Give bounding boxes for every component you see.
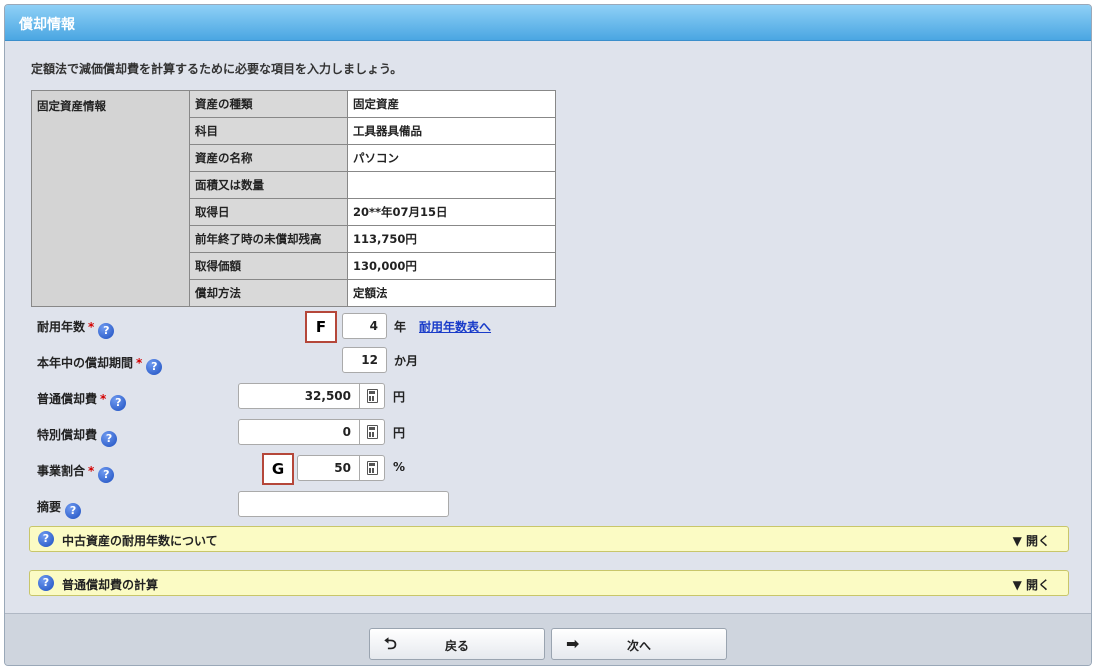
help-icon[interactable]: ? [101,431,118,447]
footer-bar: ⮌ 戻る ➡ 次へ [5,613,1091,665]
normal-dep-input[interactable]: 32,500 [238,383,360,409]
row-value [347,171,556,199]
row-label: 資産の種類 [189,90,348,118]
row-value: 20**年07月15日 [347,198,556,226]
marker-f: F [305,311,337,343]
asset-info-table: 固定資産情報 資産の種類 固定資産 科目 工具器具備品 資産の名称 パソコン 面… [31,90,556,307]
business-ratio-unit: % [393,460,406,474]
row-value: 113,750円 [347,225,556,253]
calculator-button[interactable] [359,383,385,409]
panel-title: 償却情報 [19,17,75,33]
calculator-button[interactable] [359,455,385,481]
row-value: 130,000円 [347,252,556,280]
calculator-icon [367,425,378,439]
accordion-title: 普通償却費の計算 [62,578,159,592]
help-icon[interactable]: ? [65,503,82,519]
special-dep-input[interactable]: 0 [238,419,360,445]
accordion-normal-dep-calc[interactable]: ? 普通償却費の計算 ▼ 開く [29,570,1069,596]
row-label: 前年終了時の未償却残高 [189,225,348,253]
asset-info-header: 固定資産情報 [31,90,190,307]
help-icon[interactable]: ? [146,359,163,375]
required-mark: * [100,392,107,406]
normal-dep-unit: 円 [393,390,406,404]
accordion-title: 中古資産の耐用年数について [62,534,218,548]
business-ratio-row: 事業割合 *? G 50 % [5,453,1091,485]
business-ratio-label: 事業割合 *? [37,462,115,483]
table-row: 固定資産情報 資産の種類 固定資産 [31,90,556,307]
help-icon[interactable]: ? [98,323,115,339]
calculator-icon [367,389,378,403]
period-unit: か月 [394,354,419,368]
special-dep-row: 特別償却費? 0 円 [5,419,1091,449]
panel-title-bar: 償却情報 [5,5,1091,41]
row-value: 定額法 [347,279,556,307]
business-ratio-input[interactable]: 50 [297,455,360,481]
useful-life-unit: 年 [394,320,407,334]
row-label: 取得価額 [189,252,348,280]
row-label: 資産の名称 [189,144,348,172]
calculator-button[interactable] [359,419,385,445]
next-button-label: 次へ [626,639,651,653]
useful-life-row: 耐用年数 *? F 4 年 耐用年数表へ [5,311,1091,343]
row-label: 面積又は数量 [189,171,348,199]
back-button-label: 戻る [444,639,469,653]
help-icon: ? [38,575,54,591]
depreciation-panel: 償却情報 定額法で減価償却費を計算するために必要な項目を入力しましょう。 固定資… [4,4,1092,666]
row-value: パソコン [347,144,556,172]
next-button[interactable]: ➡ 次へ [551,628,727,660]
accordion-used-asset-life[interactable]: ? 中古資産の耐用年数について ▼ 開く [29,526,1069,552]
normal-dep-label: 普通償却費 *? [37,390,127,411]
remarks-label: 摘要? [37,498,82,519]
required-mark: * [88,464,95,478]
required-mark: * [88,320,95,334]
back-button[interactable]: ⮌ 戻る [369,628,545,660]
row-value: 工具器具備品 [347,117,556,145]
row-label: 償却方法 [189,279,348,307]
intro-text: 定額法で減価償却費を計算するために必要な項目を入力しましょう。 [31,62,403,76]
remarks-row: 摘要? [5,491,1091,521]
period-label: 本年中の償却期間 *? [37,354,163,375]
calculator-icon [367,461,378,475]
useful-life-table-link[interactable]: 耐用年数表へ [419,318,491,335]
period-input[interactable]: 12 [342,347,387,373]
marker-g: G [262,453,294,485]
useful-life-label: 耐用年数 *? [37,318,115,339]
help-icon: ? [38,531,54,547]
accordion-toggle[interactable]: ▼ 開く [1013,576,1050,593]
help-icon[interactable]: ? [98,467,115,483]
help-icon[interactable]: ? [110,395,127,411]
useful-life-input[interactable]: 4 [342,313,387,339]
row-label: 科目 [189,117,348,145]
row-label: 取得日 [189,198,348,226]
row-value: 固定資産 [347,90,556,118]
remarks-input[interactable] [238,491,449,517]
required-mark: * [136,356,143,370]
normal-dep-row: 普通償却費 *? 32,500 円 [5,383,1091,413]
period-row: 本年中の償却期間 *? 12 か月 [5,347,1091,377]
accordion-toggle[interactable]: ▼ 開く [1013,532,1050,549]
special-dep-label: 特別償却費? [37,426,118,447]
special-dep-unit: 円 [393,426,406,440]
